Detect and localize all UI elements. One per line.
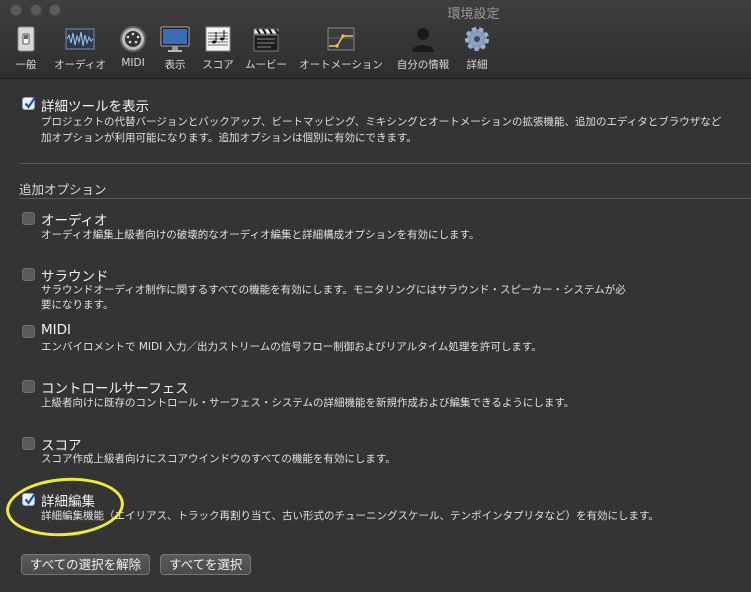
option-desc: 上級者向けに既存のコントロール・サーフェス・システムの詳細機能を新規作成および編… [41, 397, 575, 409]
toolbar-item-midi[interactable]: MIDI [116, 24, 150, 72]
option-desc: 要になります。 [41, 299, 114, 311]
gear-icon [465, 27, 489, 51]
section-divider [19, 163, 751, 164]
advanced-tools-desc-line1: プロジェクトの代替バージョンとバックアップ、ビートマッピング、ミキシングとオート… [41, 116, 722, 128]
option-desc: サラウンドオーディオ制作に関するすべての機能を有効にします。モニタリングにはサラ… [41, 284, 626, 296]
monitor-icon [160, 26, 190, 52]
window-toolbar: 環境設定 一般 オーディオ MIDI 表示 スコア ムービー オートメーション … [0, 0, 751, 79]
option-desc: スコア作成上級者向けにスコアウインドウのすべての機能を有効にします。 [41, 453, 396, 465]
control-surfaces-checkbox[interactable] [22, 380, 35, 393]
toolbar-item-audio[interactable]: オーディオ [50, 24, 110, 72]
option-desc: エンバイロメントで MIDI 入力／出力ストリームの信号フロー制御およびリアルタ… [41, 341, 542, 353]
additional-options-label: 追加オプション [19, 182, 107, 197]
advanced-tools-title: 詳細ツールを表示 [41, 99, 149, 115]
advanced-tools-checkbox[interactable] [22, 96, 36, 110]
audio-waveform-icon [65, 28, 95, 50]
switch-icon [17, 26, 35, 52]
toolbar-item-automation[interactable]: オートメーション [296, 24, 386, 72]
option-title: オーディオ [41, 213, 108, 229]
annotation-highlight-circle [4, 473, 126, 541]
toolbar-item-display[interactable]: 表示 [158, 24, 192, 72]
toolbar-item-movie[interactable]: ムービー [243, 24, 289, 72]
section-divider [19, 198, 751, 199]
score-checkbox[interactable] [22, 437, 35, 450]
audio-checkbox[interactable] [22, 212, 35, 225]
option-desc: オーディオ編集上級者向けの破壊的なオーディオ編集と詳細構成オプションを有効にしま… [41, 229, 480, 241]
window-title: 環境設定 [447, 7, 500, 22]
toolbar-item-general[interactable]: 一般 [6, 24, 46, 72]
deselect-all-button[interactable]: すべての選択を解除 [21, 554, 151, 575]
option-title: コントロールサーフェス [41, 381, 189, 397]
person-icon [412, 28, 434, 52]
select-all-button[interactable]: すべてを選択 [160, 554, 252, 575]
option-desc: 詳細編集機能（エイリアス、トラック再割り当て、古い形式のチューニングスケール、テ… [41, 510, 659, 522]
clapperboard-icon [253, 28, 279, 52]
toolbar-item-score[interactable]: スコア [200, 24, 236, 72]
midi-checkbox[interactable] [22, 325, 35, 338]
option-title: MIDI [41, 322, 72, 338]
toolbar-item-my-info[interactable]: 自分の情報 [393, 24, 453, 72]
automation-icon [327, 27, 355, 51]
advanced-tools-desc-line2: 加オプションが利用可能になります。追加オプションは個別に有効にできます。 [41, 132, 417, 144]
checkmark-icon [24, 96, 36, 109]
surround-checkbox[interactable] [22, 268, 35, 281]
toolbar-item-advanced[interactable]: 詳細 [460, 24, 494, 72]
midi-connector-icon [120, 26, 146, 52]
score-icon [205, 26, 231, 52]
